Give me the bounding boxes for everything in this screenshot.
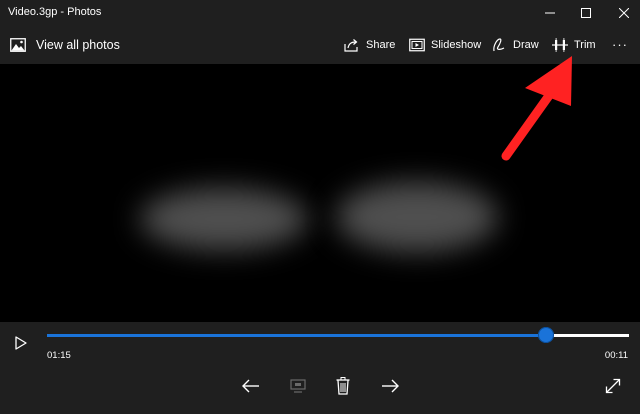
rotate-button[interactable] <box>286 374 310 398</box>
more-options-button[interactable]: ··· <box>612 34 628 56</box>
share-button[interactable]: Share <box>344 34 395 56</box>
trim-button[interactable]: Trim <box>552 34 596 56</box>
slideshow-icon <box>409 38 425 52</box>
slideshow-label: Slideshow <box>431 39 482 51</box>
trim-label: Trim <box>574 39 596 51</box>
title-bar: Video.3gp - Photos <box>0 0 640 26</box>
share-icon <box>344 39 358 52</box>
close-button[interactable] <box>604 0 640 26</box>
video-viewport[interactable] <box>0 64 640 322</box>
rotate-icon <box>290 379 306 393</box>
remaining-time: 00:11 <box>604 350 628 361</box>
view-all-photos-button[interactable]: View all photos <box>10 34 120 56</box>
minimize-button[interactable] <box>530 0 570 26</box>
next-button[interactable] <box>378 374 402 398</box>
arrow-right-icon <box>382 379 399 393</box>
play-button[interactable] <box>10 332 32 354</box>
current-time: 01:15 <box>47 350 71 361</box>
more-ellipsis-icon: ··· <box>612 37 628 52</box>
blurred-video-frame-right <box>336 182 498 252</box>
fullscreen-button[interactable] <box>601 374 625 398</box>
arrow-left-icon <box>242 379 259 393</box>
slideshow-button[interactable]: Slideshow <box>409 34 481 56</box>
photos-icon <box>10 38 26 52</box>
maximize-icon <box>581 8 591 18</box>
view-all-photos-label: View all photos <box>36 38 120 52</box>
seek-bar-progress <box>47 334 547 337</box>
command-bar: View all photos Share Slideshow Draw Tri… <box>0 26 640 64</box>
play-icon <box>15 336 27 350</box>
draw-label: Draw <box>513 39 539 51</box>
draw-button[interactable]: Draw <box>491 34 539 56</box>
seek-bar[interactable] <box>47 327 629 343</box>
draw-pen-icon <box>493 38 505 52</box>
delete-button[interactable] <box>331 374 355 398</box>
window-title: Video.3gp - Photos <box>8 6 102 18</box>
photos-app-window: Video.3gp - Photos View all photos Share… <box>0 0 640 414</box>
minimize-icon <box>545 12 555 14</box>
blurred-video-frame-left <box>140 188 308 250</box>
seek-thumb[interactable] <box>538 327 555 343</box>
close-icon <box>619 8 629 18</box>
delete-icon <box>336 377 350 395</box>
share-label: Share <box>366 39 396 51</box>
previous-button[interactable] <box>239 374 263 398</box>
maximize-button[interactable] <box>566 0 606 26</box>
playback-controls: 01:15 00:11 <box>0 322 640 414</box>
fullscreen-icon <box>605 378 621 394</box>
trim-icon <box>552 38 568 52</box>
